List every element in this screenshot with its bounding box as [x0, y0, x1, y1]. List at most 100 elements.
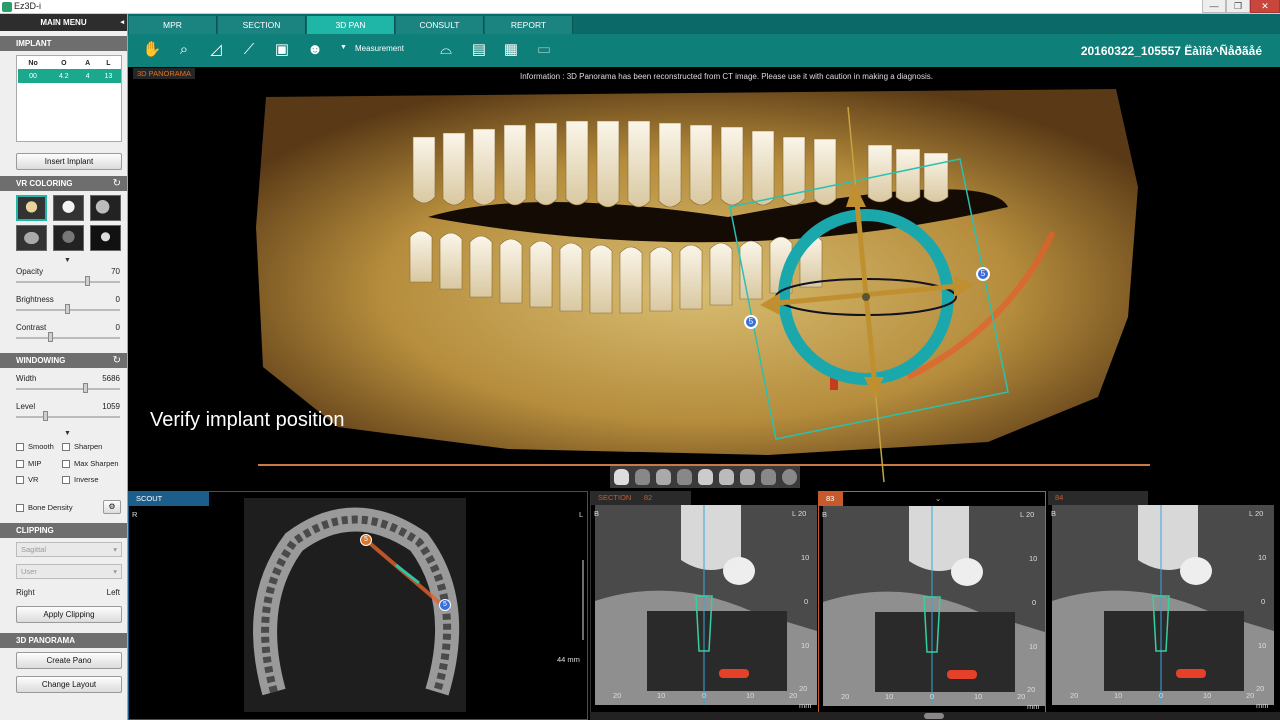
insert-implant-button[interactable]: Insert Implant: [16, 153, 122, 170]
view-left-icon[interactable]: [656, 469, 671, 485]
scout-marker-end[interactable]: 5: [439, 599, 451, 611]
ruler-icon[interactable]: ⟋: [238, 39, 260, 61]
camera-icon[interactable]: ▣: [271, 39, 293, 61]
view-back-icon[interactable]: [635, 469, 650, 485]
preset-bone-color[interactable]: [16, 195, 47, 221]
preset-soft-tissue[interactable]: [16, 225, 47, 251]
hand-icon[interactable]: ✋: [141, 39, 163, 61]
grid-icon[interactable]: ▦: [500, 39, 522, 61]
apply-clipping-button[interactable]: Apply Clipping: [16, 606, 122, 623]
sharpen-checkbox[interactable]: Sharpen: [62, 442, 102, 452]
tick: 0: [804, 597, 809, 606]
width-slider[interactable]: Width 5686: [0, 374, 127, 402]
brightness-slider[interactable]: Brightness 0: [0, 295, 127, 323]
tick: 20: [613, 691, 622, 700]
view-oblique-icon[interactable]: [740, 469, 755, 485]
column-l: L: [106, 59, 111, 67]
section-panel-84[interactable]: 84 B L 20 10 0 10 20 20 10 0 10 20 mm: [1048, 491, 1280, 720]
contrast-slider[interactable]: Contrast 0: [0, 323, 127, 351]
smooth-checkbox[interactable]: Smooth: [16, 442, 54, 452]
tab-report[interactable]: REPORT: [485, 16, 573, 34]
view-bottom-icon[interactable]: [719, 469, 734, 485]
close-button[interactable]: ✕: [1250, 0, 1280, 13]
view-tabs: MPR SECTION 3D PAN CONSULT REPORT: [128, 14, 1280, 34]
mip-checkbox[interactable]: MIP: [16, 459, 41, 469]
preset-dark[interactable]: [53, 225, 84, 251]
maximize-button[interactable]: ❐: [1226, 0, 1250, 13]
tick: 20: [841, 692, 850, 701]
section-panel-83[interactable]: 83 ⌄ B L 20 10 0 10 20 20 10 0 10 20 mm: [818, 491, 1046, 720]
table-row[interactable]: 00 4.2 4 13: [18, 69, 121, 83]
contrast-track[interactable]: [16, 337, 120, 339]
column-a: A: [85, 59, 91, 67]
brightness-thumb[interactable]: [65, 304, 70, 314]
inverse-checkbox[interactable]: Inverse: [62, 475, 99, 485]
level-thumb[interactable]: [43, 411, 48, 421]
change-layout-button[interactable]: Change Layout: [16, 676, 122, 693]
clip-plane-select[interactable]: Sagittal ▾: [16, 542, 122, 557]
tick: 20: [1027, 685, 1036, 694]
section-panel-82[interactable]: SECTION 82 B L 20 10 0 10 20 20 10 0 10 …: [590, 491, 818, 720]
measurement-dropdown-arrow-icon[interactable]: ▼: [340, 44, 347, 51]
scout-marker-start[interactable]: 5: [360, 534, 372, 546]
section-depth-value: 20: [798, 509, 807, 518]
zoom-icon[interactable]: ⌕: [173, 39, 195, 61]
view-right-icon[interactable]: [677, 469, 692, 485]
clip-right-label: Right: [16, 588, 35, 597]
tab-section[interactable]: SECTION: [218, 16, 306, 34]
view-top-icon[interactable]: [698, 469, 713, 485]
main-menu-header[interactable]: MAIN MENU ◂: [0, 14, 127, 31]
clipping-header: CLIPPING: [0, 523, 127, 538]
angle-icon[interactable]: ◿: [205, 39, 227, 61]
bone-density-checkbox[interactable]: Bone Density: [16, 503, 73, 513]
tick: 0: [930, 692, 935, 701]
layout-icon[interactable]: ▤: [468, 39, 490, 61]
section-scrollbar[interactable]: [590, 712, 1280, 720]
preset-white[interactable]: [53, 195, 84, 221]
panorama-curve-icon[interactable]: ⌓: [435, 39, 457, 61]
cell-no: 00: [18, 69, 49, 83]
view-front-icon[interactable]: [614, 469, 629, 485]
implant-table: No O A L 00 4.2 4 13: [18, 57, 121, 83]
measurement-dropdown[interactable]: Measurement: [355, 44, 404, 53]
preset-inverse[interactable]: [90, 225, 121, 251]
tab-consult[interactable]: CONSULT: [396, 16, 484, 34]
skull-settings-icon[interactable]: ☻: [304, 39, 326, 61]
cell-a: 4: [79, 69, 96, 83]
expand-arrow-icon[interactable]: ▼: [64, 430, 71, 437]
refresh-icon[interactable]: ↻: [113, 353, 121, 368]
gear-icon[interactable]: ⚙: [103, 500, 121, 514]
width-thumb[interactable]: [83, 383, 88, 393]
scrollbar-thumb[interactable]: [924, 713, 944, 719]
tab-3d-pan[interactable]: 3D PAN: [307, 16, 395, 34]
opacity-thumb[interactable]: [85, 276, 90, 286]
preset-gray[interactable]: [90, 195, 121, 221]
level-slider[interactable]: Level 1059: [0, 402, 127, 430]
view-reset-icon[interactable]: [782, 469, 797, 485]
opacity-slider[interactable]: Opacity 70: [0, 267, 127, 295]
expand-arrow-icon[interactable]: ▼: [64, 257, 71, 264]
clip-mode-select[interactable]: User ▾: [16, 564, 122, 579]
max-sharpen-checkbox[interactable]: Max Sharpen: [62, 459, 119, 469]
implant-handle-left[interactable]: 5: [744, 315, 758, 329]
scout-panel[interactable]: SCOUT R L 44 mm 5 5: [128, 491, 588, 720]
create-pano-button[interactable]: Create Pano: [16, 652, 122, 669]
refresh-icon[interactable]: ↻: [113, 176, 121, 191]
width-track[interactable]: [16, 388, 120, 390]
level-label: Level: [16, 402, 36, 411]
level-track[interactable]: [16, 416, 120, 418]
screen-icon[interactable]: ▭: [533, 39, 555, 61]
vr-checkbox[interactable]: VR: [16, 475, 38, 485]
tab-mpr[interactable]: MPR: [129, 16, 217, 34]
opacity-label: Opacity: [16, 267, 44, 276]
opacity-track[interactable]: [16, 281, 120, 283]
implant-handle-right[interactable]: 5: [976, 267, 990, 281]
tick: 0: [702, 691, 707, 700]
panorama-3d-view[interactable]: 5 5 3D PANORAMA Information : 3D Panoram…: [128, 67, 1280, 491]
view-tilt-icon[interactable]: [761, 469, 776, 485]
contrast-thumb[interactable]: [48, 332, 53, 342]
collapse-arrow-icon[interactable]: ◂: [120, 14, 124, 31]
contrast-value: 0: [115, 323, 120, 332]
panorama-header: 3D PANORAMA: [0, 633, 127, 648]
minimize-button[interactable]: —: [1202, 0, 1226, 13]
